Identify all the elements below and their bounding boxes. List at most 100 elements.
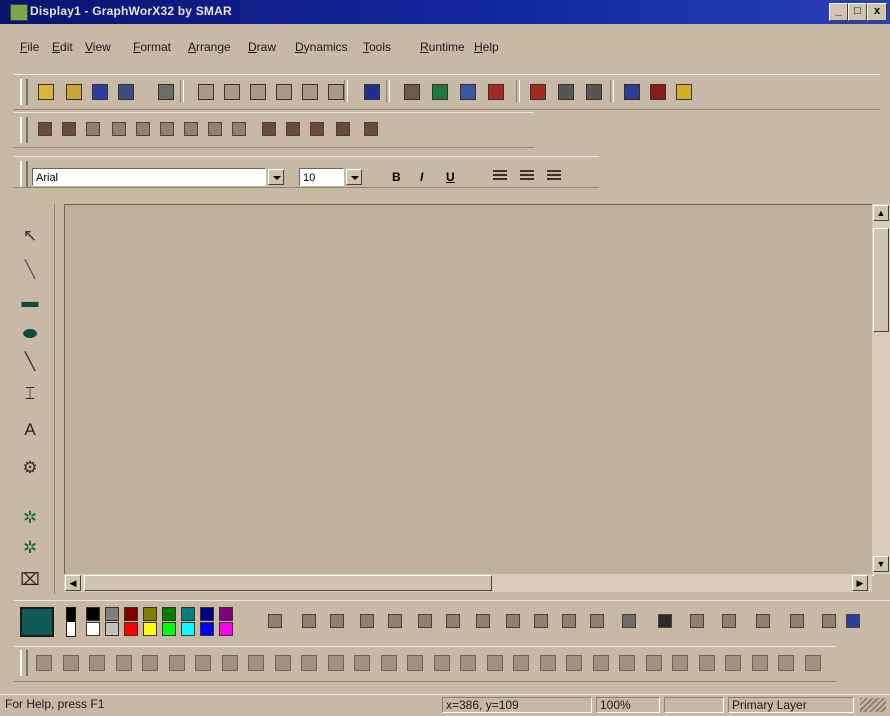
toolbar-grip[interactable]	[20, 117, 28, 143]
bar-chart-icon[interactable]	[432, 84, 448, 100]
color-tool-icon[interactable]	[506, 614, 520, 628]
color-tool-icon[interactable]	[360, 614, 374, 628]
color-swatch[interactable]	[219, 607, 233, 621]
pointer-help-icon[interactable]	[364, 84, 380, 100]
align-tool-icon[interactable]	[752, 655, 768, 671]
lock-icon[interactable]	[676, 84, 692, 100]
app-icon[interactable]	[10, 4, 28, 21]
ellipse-icon[interactable]: ⬬	[18, 322, 42, 346]
select-arrow-icon[interactable]: ↖	[18, 224, 42, 248]
alarm-icon[interactable]	[488, 84, 504, 100]
align-tool-icon[interactable]	[699, 655, 715, 671]
align-center-icon[interactable]	[520, 170, 534, 182]
scroll-down-button[interactable]: ▼	[873, 556, 889, 572]
redo-icon[interactable]	[328, 84, 344, 100]
menu-arrange[interactable]: Arrange	[188, 40, 231, 54]
align-tool-icon[interactable]	[805, 655, 821, 671]
polyline-icon[interactable]: ╲	[18, 350, 42, 374]
menu-help[interactable]: Help	[474, 40, 499, 54]
button-icon[interactable]: ⌧	[18, 568, 42, 592]
copy-icon[interactable]	[224, 84, 240, 100]
color-tool-icon[interactable]	[790, 614, 804, 628]
minimize-button[interactable]: _	[829, 3, 848, 21]
color-swatch[interactable]	[86, 607, 100, 621]
color-swatch[interactable]	[105, 622, 119, 636]
ungroup-icon[interactable]	[62, 122, 76, 136]
align-right-icon[interactable]	[547, 170, 561, 182]
color-swatch[interactable]	[143, 622, 157, 636]
font-size-dropdown[interactable]	[346, 169, 362, 185]
color-swatch[interactable]	[181, 607, 195, 621]
align-tool-icon[interactable]	[778, 655, 794, 671]
underline-button[interactable]: U	[446, 170, 455, 184]
current-fill-color[interactable]	[20, 607, 54, 637]
align-tool-icon[interactable]	[487, 655, 503, 671]
color-tool-icon[interactable]	[722, 614, 736, 628]
maximize-button[interactable]: □	[848, 3, 867, 21]
menu-draw[interactable]: Draw	[248, 40, 276, 54]
scroll-left-button[interactable]: ◀	[65, 575, 81, 591]
pick-2-icon[interactable]	[286, 122, 300, 136]
align-tool-icon[interactable]	[725, 655, 741, 671]
align-tool-icon[interactable]	[169, 655, 185, 671]
color-tool-icon[interactable]	[534, 614, 548, 628]
align-tool-icon[interactable]	[89, 655, 105, 671]
vertical-scroll-thumb[interactable]	[873, 228, 889, 332]
align-tool-icon[interactable]	[248, 655, 264, 671]
rectangle-icon[interactable]: ▬	[18, 290, 42, 314]
display-icon[interactable]	[650, 84, 666, 100]
align-tool-icon[interactable]	[142, 655, 158, 671]
paste-icon[interactable]	[250, 84, 266, 100]
align-tool-icon[interactable]	[672, 655, 688, 671]
rotate-icon[interactable]	[208, 122, 222, 136]
menu-format[interactable]: Format	[133, 40, 171, 54]
text-icon[interactable]: A	[18, 418, 42, 442]
color-tool-icon[interactable]	[690, 614, 704, 628]
current-line-color[interactable]	[66, 607, 76, 637]
color-tool-icon[interactable]	[330, 614, 344, 628]
color-swatch[interactable]	[181, 622, 195, 636]
close-button[interactable]: x	[867, 3, 887, 21]
color-tool-icon[interactable]	[756, 614, 770, 628]
color-tool-icon[interactable]	[476, 614, 490, 628]
align-tool-icon[interactable]	[434, 655, 450, 671]
align-tool-icon[interactable]	[36, 655, 52, 671]
color-tool-icon[interactable]	[446, 614, 460, 628]
gauge-icon[interactable]	[530, 84, 546, 100]
align-tool-icon[interactable]	[619, 655, 635, 671]
align-tool-icon[interactable]	[222, 655, 238, 671]
flip-h-icon[interactable]	[160, 122, 174, 136]
runtime-icon[interactable]	[624, 84, 640, 100]
drawing-canvas[interactable]	[64, 204, 874, 576]
line-icon[interactable]: ╲	[18, 258, 42, 282]
group-icon[interactable]	[38, 122, 52, 136]
align-tool-icon[interactable]	[540, 655, 556, 671]
align-tool-icon[interactable]	[407, 655, 423, 671]
horizontal-scroll-thumb[interactable]	[84, 575, 492, 591]
align-tool-icon[interactable]	[593, 655, 609, 671]
align-icon[interactable]	[86, 122, 100, 136]
grid-icon[interactable]	[364, 122, 378, 136]
cut-icon[interactable]	[198, 84, 214, 100]
color-swatch[interactable]	[124, 607, 138, 621]
color-tool-icon[interactable]	[590, 614, 604, 628]
align-tool-icon[interactable]	[646, 655, 662, 671]
pick-icon[interactable]	[262, 122, 276, 136]
open-icon[interactable]	[66, 84, 82, 100]
menu-dynamics[interactable]: Dynamics	[295, 40, 348, 54]
align-tool-icon[interactable]	[381, 655, 397, 671]
color-swatch[interactable]	[143, 607, 157, 621]
color-swatch[interactable]	[86, 622, 100, 636]
align-left-icon[interactable]	[493, 170, 507, 182]
resize-grip[interactable]	[860, 698, 886, 712]
align-tool-icon[interactable]	[460, 655, 476, 671]
panel-icon[interactable]	[586, 84, 602, 100]
color-tool-icon[interactable]	[388, 614, 402, 628]
switch-icon[interactable]	[558, 84, 574, 100]
color-tool-icon[interactable]	[846, 614, 860, 628]
align-tool-icon[interactable]	[195, 655, 211, 671]
color-tool-icon[interactable]	[658, 614, 672, 628]
trend-icon[interactable]	[460, 84, 476, 100]
paste-special-icon[interactable]	[276, 84, 292, 100]
align-tool-icon[interactable]	[63, 655, 79, 671]
